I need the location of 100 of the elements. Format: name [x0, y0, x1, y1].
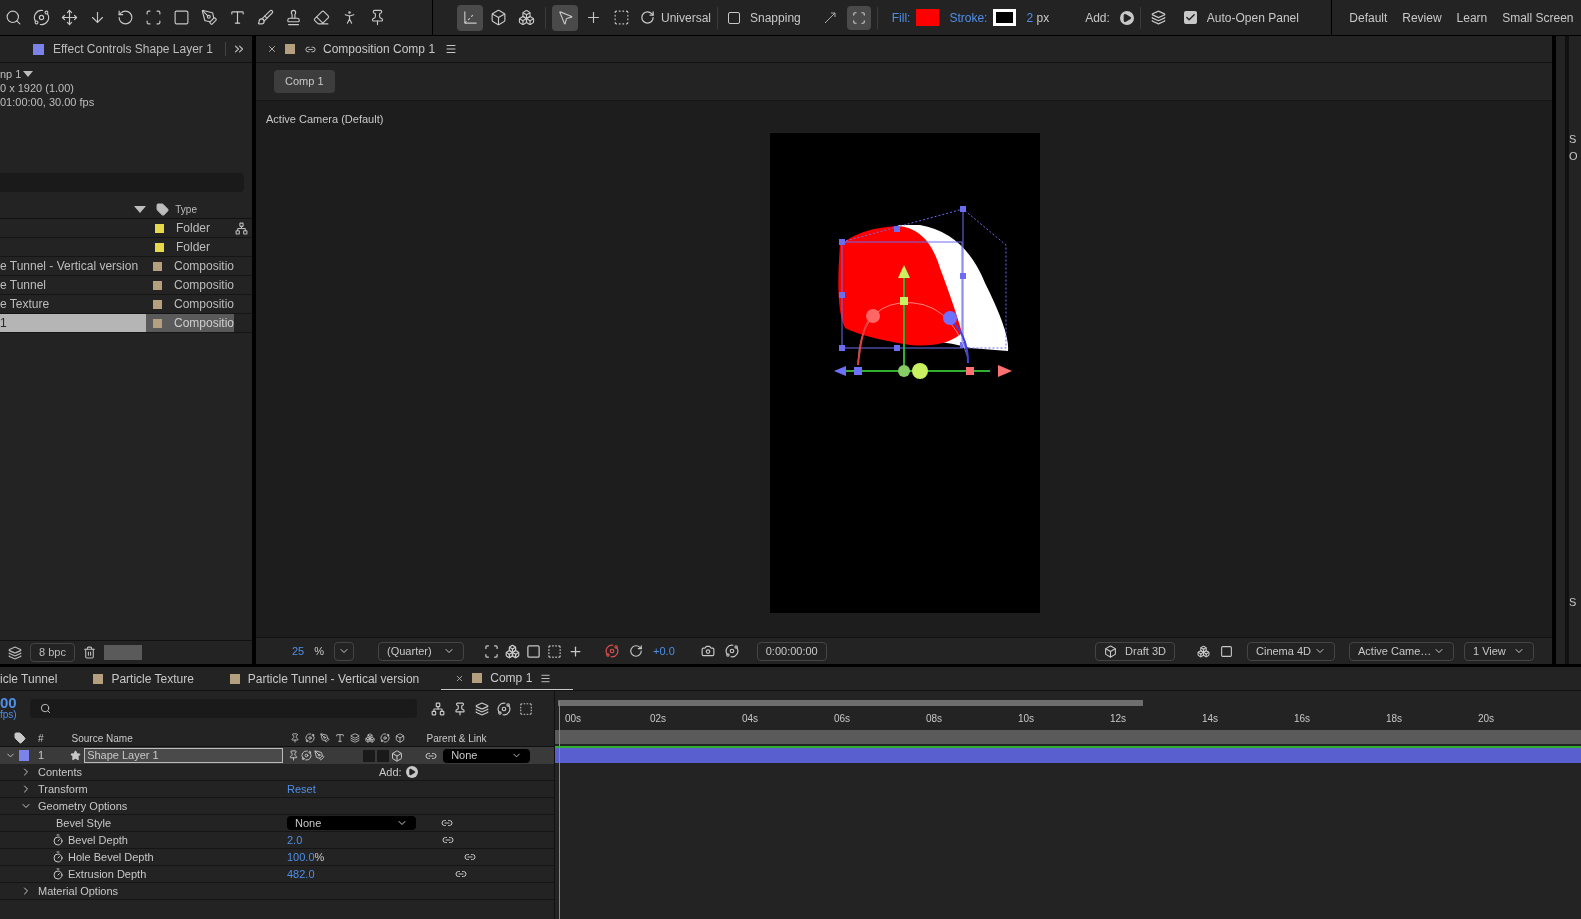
label-icon[interactable] [156, 202, 170, 216]
frame-blend-icon[interactable] [475, 701, 489, 716]
pick-whip-icon[interactable] [442, 834, 455, 846]
workspace-tab[interactable]: Default [1349, 8, 1388, 27]
project-row[interactable]: Folder [0, 219, 252, 238]
region-icon[interactable] [484, 643, 500, 659]
switch-icon[interactable] [301, 750, 313, 761]
time-ruler[interactable]: 00s 02s 04s 06s 08s 10s 12s 14s 16s 18s 20s [555, 706, 1581, 726]
stopwatch-icon[interactable] [52, 834, 64, 846]
property-value[interactable]: 482.0 [287, 865, 315, 883]
resolution-dropdown[interactable]: (Quarter) [378, 641, 465, 661]
color-swatch[interactable] [103, 645, 142, 660]
panel-tab[interactable]: Composition Comp 1 [323, 40, 436, 58]
snapshot-icon[interactable] [724, 644, 739, 658]
search-field[interactable] [30, 699, 417, 718]
project-row[interactable]: Folder [0, 238, 252, 257]
stroke-width[interactable]: 2 px [1026, 8, 1050, 27]
guides-icon[interactable] [547, 643, 563, 659]
timeline-tab[interactable]: Particle Texture [79, 667, 216, 690]
views-dropdown[interactable]: 1 View [1464, 641, 1534, 661]
comp-name[interactable]: np 1 [0, 67, 22, 81]
exposure-value[interactable]: +0.0 [653, 642, 675, 660]
timeline-tab[interactable]: icle Tunnel [0, 667, 80, 690]
close-icon[interactable] [267, 44, 277, 54]
grid-icon[interactable] [568, 643, 584, 659]
property-row[interactable]: Geometry Options [0, 798, 554, 815]
switch-icon[interactable] [288, 750, 300, 761]
view-layout-icon[interactable] [1220, 644, 1233, 658]
renderer-dropdown[interactable]: Cinema 4D [1247, 641, 1335, 661]
play-icon[interactable] [1119, 10, 1134, 25]
current-time[interactable]: 00 [0, 696, 30, 709]
stopwatch-icon[interactable] [52, 868, 64, 880]
property-row[interactable]: Bevel Depth 2.0 [0, 832, 554, 849]
property-row[interactable]: Transform Reset [0, 781, 554, 798]
stopwatch-icon[interactable] [52, 851, 64, 863]
shy-icon[interactable] [453, 701, 467, 716]
column-header[interactable]: # [38, 730, 44, 746]
workspace-tab[interactable]: Small Screen [1502, 8, 1574, 27]
reset-link[interactable]: Reset [287, 780, 316, 798]
stroke-swatch[interactable] [993, 9, 1017, 26]
parent-dropdown[interactable]: None [443, 748, 531, 763]
layer-row[interactable]: 1 Shape Layer 1 None [0, 747, 554, 764]
3d-layer-icon[interactable] [391, 749, 404, 762]
pick-whip-icon[interactable] [441, 817, 453, 829]
mask-icon[interactable] [526, 643, 542, 659]
panel-tab[interactable]: Effect Controls Shape Layer 1 [53, 40, 213, 58]
project-row[interactable]: e Tunnel - Vertical version Compositio [0, 257, 252, 276]
property-row[interactable]: Bevel Style None [0, 815, 554, 832]
close-icon[interactable] [455, 673, 465, 683]
interpret-icon[interactable] [8, 645, 22, 660]
workspace-tab[interactable]: Learn [1456, 8, 1488, 27]
property-value[interactable]: 100.0% [287, 848, 325, 866]
breadcrumb-button[interactable]: Comp 1 [274, 70, 335, 93]
reset-exposure-icon[interactable] [629, 644, 644, 658]
property-row[interactable]: Hole Bevel Depth 100.0% [0, 849, 554, 866]
switch-box[interactable] [363, 749, 376, 762]
panel-icon[interactable] [1150, 10, 1166, 25]
camera-dropdown[interactable]: Active Came… [1349, 641, 1454, 661]
auto-open-checkbox[interactable] [1183, 11, 1197, 24]
overflow-icon[interactable] [232, 42, 246, 56]
snapping-checkbox[interactable] [728, 11, 740, 24]
zoom-dropdown[interactable] [334, 641, 355, 661]
project-row[interactable]: e Tunnel Compositio [0, 276, 252, 295]
pick-whip-icon[interactable] [454, 868, 467, 880]
fill-swatch[interactable] [916, 9, 940, 26]
3d-view-icon[interactable] [1197, 644, 1210, 658]
type-header[interactable]: Type [175, 201, 197, 217]
play-icon[interactable] [405, 766, 418, 778]
column-header[interactable]: Source Name [71, 730, 290, 746]
axis-tool[interactable] [457, 4, 483, 31]
switch-box[interactable] [377, 749, 390, 762]
trash-icon[interactable] [82, 646, 96, 659]
pick-whip-icon[interactable] [464, 851, 477, 863]
motion-blur-icon[interactable] [497, 701, 511, 716]
flowchart-icon[interactable] [235, 221, 248, 235]
sort-icon[interactable] [134, 205, 147, 213]
bpc-button[interactable]: 8 bpc [30, 643, 75, 662]
draft-3d-button[interactable]: Draft 3D [1095, 641, 1175, 661]
property-row[interactable]: Material Options [0, 883, 554, 900]
zoom-value[interactable]: 25 [292, 642, 305, 660]
snap-mode-button[interactable] [846, 5, 871, 30]
graph-editor-icon[interactable] [519, 701, 533, 716]
layer-name-field[interactable]: Shape Layer 1 [84, 748, 284, 763]
timeline-tab[interactable]: Comp 1 [441, 667, 574, 690]
composition-flow-icon[interactable] [431, 701, 445, 716]
work-area-bar[interactable] [558, 699, 1143, 706]
transparency-icon[interactable] [505, 643, 521, 659]
column-header[interactable]: Parent & Link [426, 730, 487, 746]
channels-icon[interactable] [605, 644, 620, 658]
property-row[interactable]: Extrusion Depth 482.0 [0, 866, 554, 883]
timeline-tab[interactable]: Particle Tunnel - Vertical version [215, 667, 442, 690]
workspace-tab[interactable]: Review [1402, 8, 1442, 27]
timecode-field[interactable]: 0:00:00:00 [756, 641, 827, 661]
switch-icon[interactable] [314, 750, 326, 761]
camera-icon[interactable] [700, 644, 715, 658]
pointer-tool[interactable] [552, 4, 578, 31]
menu-icon[interactable] [445, 43, 458, 55]
property-value[interactable]: 2.0 [287, 831, 303, 849]
bevel-style-dropdown[interactable]: None [287, 816, 416, 830]
property-row[interactable]: Contents Add: [0, 764, 554, 781]
